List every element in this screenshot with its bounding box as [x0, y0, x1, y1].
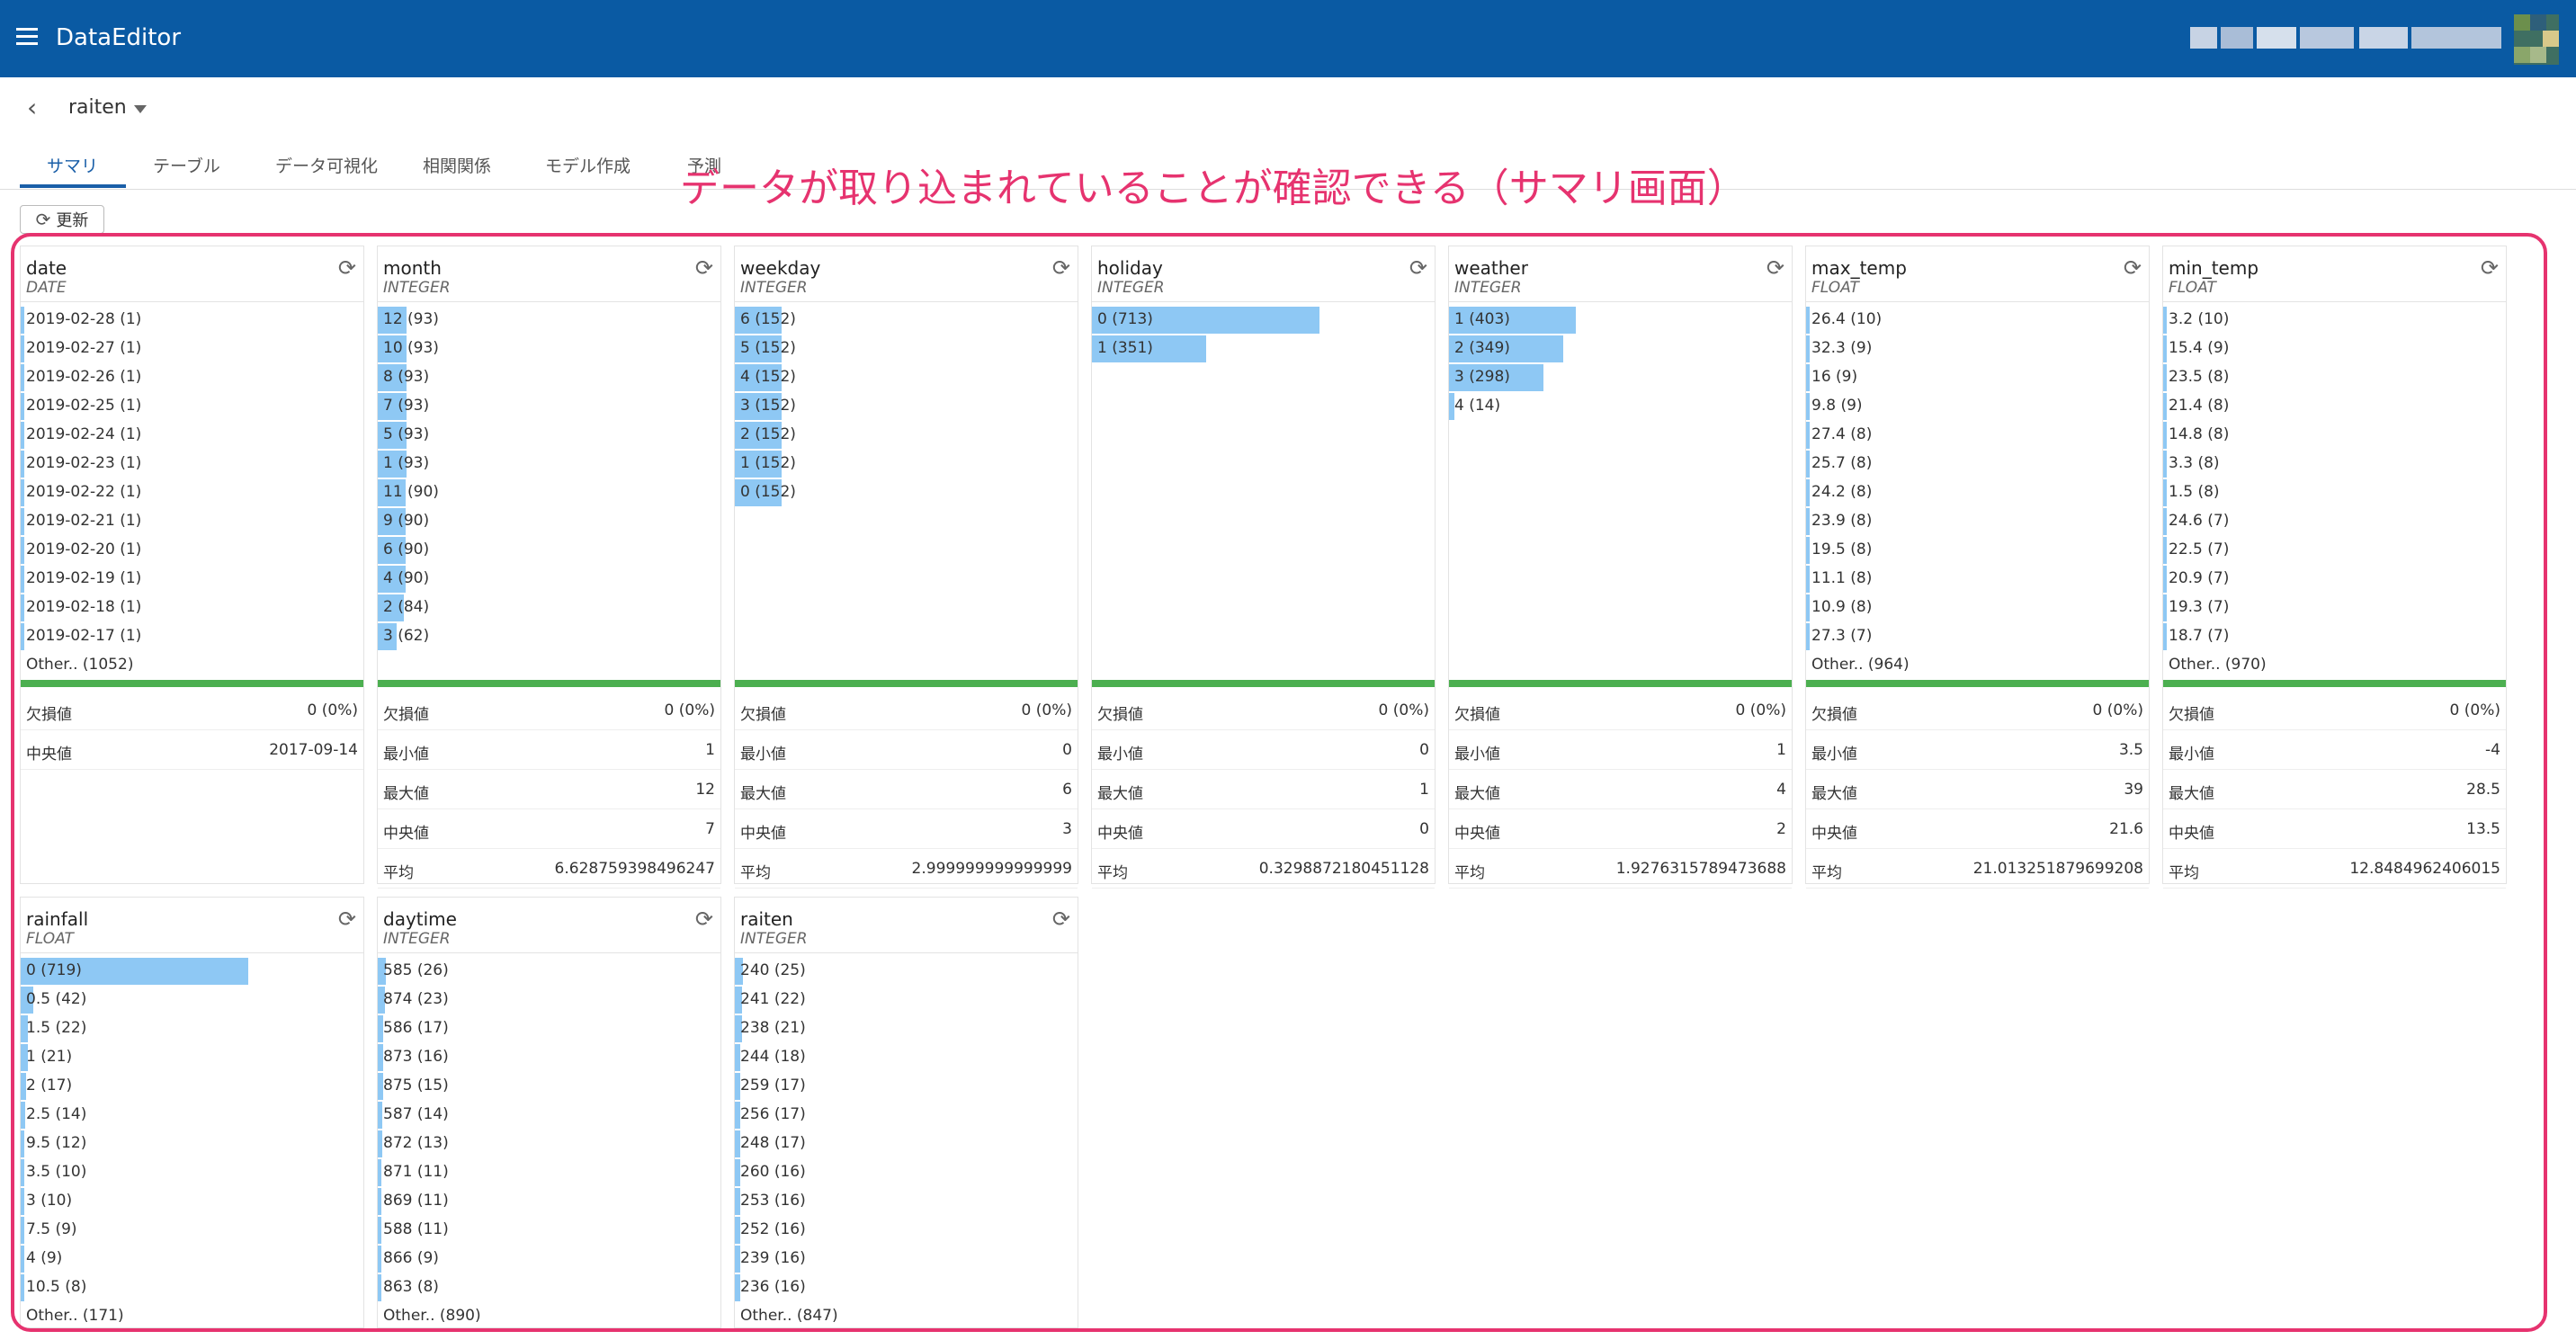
- active-tab-indicator: [20, 184, 126, 188]
- user-name-blurred: [2411, 27, 2501, 49]
- app-title: DataEditor: [56, 24, 182, 51]
- chevron-left-icon[interactable]: ‹: [27, 93, 54, 122]
- annotation-text: データが取り込まれていることが確認できる（サマリ画面）: [680, 165, 1747, 211]
- tab-correlation[interactable]: 相関関係: [416, 147, 498, 183]
- user-name-blurred: [2359, 27, 2408, 49]
- annotation-highlight-box: [11, 233, 2547, 1332]
- tab-visualization[interactable]: データ可視化: [268, 147, 385, 183]
- dataset-name[interactable]: raiten: [68, 96, 127, 119]
- hamburger-menu-icon[interactable]: [16, 28, 38, 48]
- refresh-button[interactable]: ⟳ 更新: [20, 205, 104, 234]
- avatar[interactable]: [2514, 14, 2559, 65]
- app-header: DataEditor: [0, 0, 2576, 77]
- user-name-blurred: [2221, 27, 2253, 49]
- user-name-blurred: [2257, 27, 2296, 49]
- refresh-button-label: 更新: [56, 211, 89, 230]
- user-account-area[interactable]: [2190, 14, 2559, 65]
- user-name-blurred: [2190, 27, 2217, 49]
- caret-down-icon[interactable]: [133, 104, 147, 113]
- tab-summary[interactable]: サマリ: [40, 147, 105, 183]
- tab-table[interactable]: テーブル: [146, 147, 228, 183]
- refresh-icon: ⟳: [35, 209, 51, 230]
- user-name-blurred: [2300, 27, 2354, 49]
- tab-model[interactable]: モデル作成: [538, 147, 638, 183]
- data-editor-app: { "app": {"title": "DataEditor"}, "bread…: [0, 0, 2576, 1340]
- breadcrumb: ‹ raiten: [27, 93, 147, 122]
